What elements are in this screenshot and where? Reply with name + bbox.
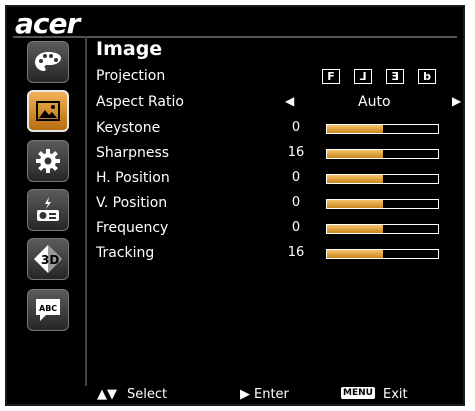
menu-row-projection[interactable]: Projection F ⅃ Ǝ b [96,67,468,87]
projection-rear-option[interactable]: Ǝ [386,69,404,84]
menu-row-v-position[interactable]: V. Position 0 [96,194,468,214]
tracking-label: Tracking [96,245,155,261]
menu-row-tracking[interactable]: Tracking 16 [96,244,468,264]
power-projector-icon [37,197,59,221]
tracking-value: 16 [287,245,305,260]
3d-icon: 3D [34,245,62,273]
keystone-slider[interactable] [326,124,439,134]
frequency-slider-fill [327,225,383,233]
aspect-ratio-value: Auto [358,94,391,110]
sharpness-value: 16 [287,145,305,160]
enter-arrow-icon: ▶ [240,387,250,402]
keystone-slider-fill [327,125,383,133]
keystone-value: 0 [291,120,301,135]
svg-text:ABC: ABC [39,304,57,313]
projector-osd-menu: acer 3D ABC Image Projection F ⅃ Ǝ b Asp… [5,5,465,406]
v-position-slider[interactable] [326,199,439,209]
tracking-slider[interactable] [326,249,439,259]
header-divider [13,36,457,38]
sidebar-divider [85,36,87,386]
sidebar-item-language[interactable]: ABC [27,289,69,331]
frequency-slider[interactable] [326,224,439,234]
sidebar-item-management[interactable] [27,189,69,231]
projection-front-option[interactable]: F [322,69,340,84]
up-down-arrows-icon: ▲▼ [97,387,117,402]
h-position-value: 0 [291,170,301,185]
sidebar-item-3d[interactable]: 3D [27,238,69,280]
v-position-slider-fill [327,200,383,208]
exit-hint: Exit [383,387,408,402]
sharpness-slider[interactable] [326,149,439,159]
projection-rear-ceiling-option[interactable]: b [418,69,436,84]
frequency-label: Frequency [96,220,169,236]
h-position-slider-fill [327,175,383,183]
arrow-left-icon[interactable]: ◀ [285,94,294,108]
sidebar-item-color[interactable] [27,41,69,83]
frequency-value: 0 [291,220,301,235]
menu-row-keystone[interactable]: Keystone 0 [96,119,468,139]
select-hint: Select [127,387,168,402]
image-icon [36,101,60,121]
arrow-right-icon[interactable]: ▶ [452,94,461,108]
sharpness-slider-fill [327,150,383,158]
projection-label: Projection [96,68,166,84]
gear-icon [36,149,60,173]
h-position-slider[interactable] [326,174,439,184]
sharpness-label: Sharpness [96,145,170,161]
sidebar-item-settings[interactable] [27,140,69,182]
sidebar-item-image[interactable] [27,90,69,132]
projection-front-ceiling-option[interactable]: ⅃ [354,69,372,84]
h-position-label: H. Position [96,170,170,186]
svg-text:3D: 3D [41,253,59,267]
enter-hint: Enter [254,387,289,402]
menu-row-frequency[interactable]: Frequency 0 [96,219,468,239]
language-icon: ABC [36,299,60,321]
v-position-value: 0 [291,195,301,210]
v-position-label: V. Position [96,195,168,211]
menu-row-h-position[interactable]: H. Position 0 [96,169,468,189]
tracking-slider-fill [327,250,383,258]
palette-icon [35,52,61,71]
menu-row-sharpness[interactable]: Sharpness 16 [96,144,468,164]
keystone-label: Keystone [96,120,161,136]
menu-row-aspect-ratio[interactable]: Aspect Ratio ◀ Auto ▶ [96,93,468,113]
aspect-ratio-label: Aspect Ratio [96,94,184,110]
page-title: Image [96,38,163,60]
